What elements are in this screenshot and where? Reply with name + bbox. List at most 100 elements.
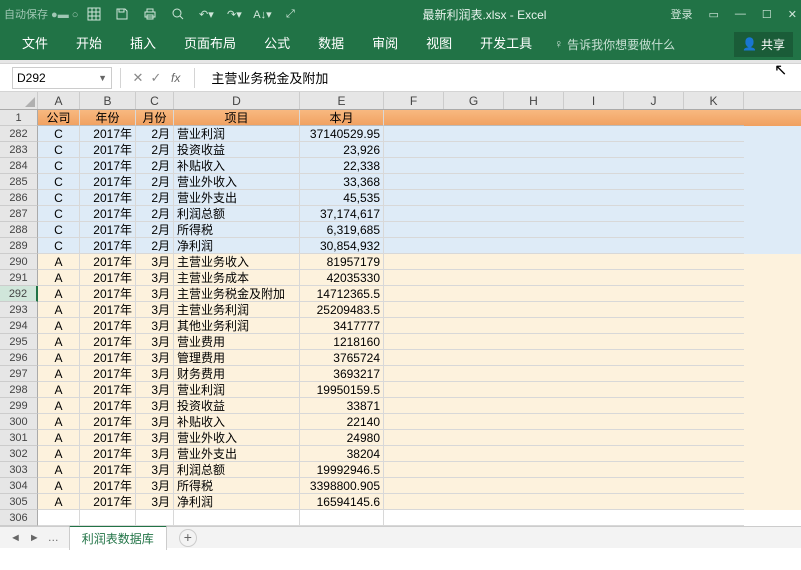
cell[interactable]: C [38,206,80,222]
close-icon[interactable]: ✕ [788,8,797,21]
row-header[interactable]: 301 [0,430,38,446]
row-header[interactable]: 290 [0,254,38,270]
cell[interactable]: 14712365.5 [300,286,384,302]
cell[interactable]: 2017年 [80,302,136,318]
cell[interactable]: 2017年 [80,494,136,510]
cell[interactable]: 所得税 [174,222,300,238]
cell[interactable]: 年份 [80,110,136,126]
cell-empty[interactable] [384,366,744,382]
cell[interactable]: 42035330 [300,270,384,286]
cell[interactable]: 16594145.6 [300,494,384,510]
cell-empty[interactable] [384,382,744,398]
nav-next-icon[interactable]: ► [27,532,42,544]
cancel-icon[interactable]: ✕ [129,70,147,86]
cell[interactable]: A [38,334,80,350]
cell[interactable]: 3月 [136,350,174,366]
row-header[interactable]: 292 [0,286,38,302]
cell-empty[interactable] [384,510,744,526]
cell[interactable]: 2017年 [80,366,136,382]
row-header[interactable]: 282 [0,126,38,142]
cell[interactable]: 主营业务利润 [174,302,300,318]
sheet-tab-active[interactable]: 利润表数据库 [69,525,167,550]
cell[interactable]: 2017年 [80,222,136,238]
cell-empty[interactable] [384,430,744,446]
col-header-g[interactable]: G [444,92,504,109]
cell-empty[interactable] [384,302,744,318]
cell-empty[interactable] [384,190,744,206]
cell[interactable]: 营业外收入 [174,174,300,190]
cell[interactable]: 项目 [174,110,300,126]
cell[interactable]: A [38,318,80,334]
tab-home[interactable]: 开始 [62,28,116,60]
select-all-corner[interactable] [0,92,38,109]
cell[interactable]: 管理费用 [174,350,300,366]
cell[interactable]: 2月 [136,190,174,206]
cell[interactable]: C [38,222,80,238]
maximize-icon[interactable]: ☐ [762,8,772,21]
cell-empty[interactable] [384,206,744,222]
fx-icon[interactable]: fx [171,71,180,85]
cell[interactable]: 3月 [136,254,174,270]
col-header-b[interactable]: B [80,92,136,109]
cell[interactable]: 2017年 [80,382,136,398]
tab-review[interactable]: 审阅 [358,28,412,60]
cell[interactable]: 营业外支出 [174,190,300,206]
cell[interactable]: 2017年 [80,142,136,158]
cell[interactable]: 2017年 [80,414,136,430]
cell-empty[interactable] [384,270,744,286]
cell[interactable]: 3月 [136,366,174,382]
row-header[interactable]: 293 [0,302,38,318]
cell[interactable]: 公司 [38,110,80,126]
cell[interactable]: 37,174,617 [300,206,384,222]
cell[interactable]: 2017年 [80,478,136,494]
cell[interactable]: 营业外支出 [174,446,300,462]
col-header-h[interactable]: H [504,92,564,109]
cell[interactable]: 2017年 [80,462,136,478]
cell[interactable]: 2017年 [80,206,136,222]
cell[interactable]: 2017年 [80,318,136,334]
enter-icon[interactable]: ✓ [147,70,165,86]
cell[interactable]: 本月 [300,110,384,126]
cell[interactable]: 补贴收入 [174,414,300,430]
cell[interactable]: A [38,302,80,318]
cell-empty[interactable] [384,174,744,190]
cell[interactable]: A [38,430,80,446]
redo-icon[interactable]: ↷▾ [226,6,242,22]
cell[interactable]: 3月 [136,430,174,446]
cell[interactable]: 37140529.95 [300,126,384,142]
cell[interactable]: 财务费用 [174,366,300,382]
cell[interactable]: 81957179 [300,254,384,270]
cell[interactable]: 2017年 [80,270,136,286]
cell-empty[interactable] [384,126,744,142]
cell-empty[interactable] [384,398,744,414]
cell[interactable]: 利润总额 [174,206,300,222]
nav-more-icon[interactable]: … [46,532,61,544]
row-header[interactable]: 285 [0,174,38,190]
cell[interactable]: 2月 [136,142,174,158]
cell[interactable]: 25209483.5 [300,302,384,318]
cell[interactable]: A [38,446,80,462]
cell[interactable]: C [38,238,80,254]
row-header[interactable]: 1 [0,110,38,126]
cell-empty[interactable] [384,350,744,366]
cell[interactable]: A [38,366,80,382]
cell[interactable]: 3月 [136,382,174,398]
cell-empty[interactable] [384,142,744,158]
formula-input[interactable]: 主营业务税金及附加 [203,68,801,87]
cell[interactable] [80,510,136,526]
cell[interactable]: A [38,478,80,494]
cell[interactable]: 2017年 [80,430,136,446]
tab-file[interactable]: 文件 [8,28,62,60]
cell[interactable]: 2017年 [80,158,136,174]
cell[interactable]: 3月 [136,270,174,286]
cell[interactable]: A [38,494,80,510]
cell[interactable]: 2017年 [80,286,136,302]
col-header-i[interactable]: I [564,92,624,109]
cell[interactable]: A [38,270,80,286]
tab-insert[interactable]: 插入 [116,28,170,60]
cell[interactable]: 2月 [136,158,174,174]
cell[interactable]: 主营业务税金及附加 [174,286,300,302]
cell[interactable]: 30,854,932 [300,238,384,254]
cell[interactable]: 19950159.5 [300,382,384,398]
row-header[interactable]: 289 [0,238,38,254]
